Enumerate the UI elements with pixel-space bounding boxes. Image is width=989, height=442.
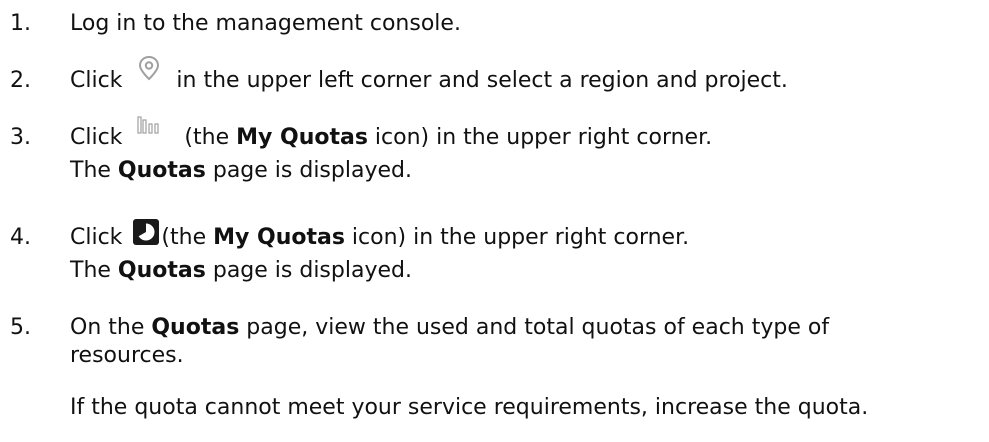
quotas-label: Quotas bbox=[151, 315, 240, 340]
step-text: Click in the upper left corner and selec… bbox=[70, 55, 788, 95]
step-number: 2. bbox=[10, 68, 31, 93]
step-subtext: If the quota cannot meet your service re… bbox=[70, 395, 869, 420]
step-subtext: The Quotas page is displayed. bbox=[70, 157, 412, 185]
step-text-rest: icon) in the upper right corner. bbox=[344, 225, 690, 250]
step-subtext: The Quotas page is displayed. bbox=[70, 257, 412, 285]
step-text-rest: icon) in the upper right corner. bbox=[367, 125, 713, 150]
step-text-paren-open: (the bbox=[184, 125, 237, 150]
step-text: Click (the My Quotas icon) in the upper … bbox=[70, 219, 690, 252]
my-quotas-label: My Quotas bbox=[213, 225, 345, 250]
step-text-click: Click bbox=[70, 225, 123, 250]
step-text-rest: in the upper left corner and select a re… bbox=[176, 68, 788, 93]
step-text-click: Click bbox=[70, 125, 123, 150]
step-text: Click (the My Quotas icon) in the upper … bbox=[70, 116, 713, 152]
step-text-paren-open: (the bbox=[161, 225, 214, 250]
step-text: Log in to the management console. bbox=[70, 11, 461, 36]
step-number: 4. bbox=[10, 225, 31, 250]
location-pin-icon bbox=[129, 53, 169, 81]
pie-quotas-icon bbox=[129, 218, 161, 246]
step-text-click: Click bbox=[70, 68, 123, 93]
bar-chart-quotas-icon bbox=[129, 114, 171, 142]
subtext-rest: page is displayed. bbox=[205, 258, 412, 283]
step-number: 3. bbox=[10, 125, 31, 150]
quotas-label: Quotas bbox=[117, 158, 206, 183]
step-text: On the Quotas page, view the used and to… bbox=[70, 314, 900, 370]
subtext-rest: page is displayed. bbox=[205, 158, 412, 183]
step-number: 1. bbox=[10, 11, 31, 36]
step-text-pre: On the bbox=[70, 315, 152, 340]
step-number: 5. bbox=[10, 315, 31, 340]
subtext-pre: The bbox=[70, 258, 118, 283]
subtext-pre: The bbox=[70, 158, 118, 183]
my-quotas-label: My Quotas bbox=[236, 125, 368, 150]
quotas-label: Quotas bbox=[117, 258, 206, 283]
